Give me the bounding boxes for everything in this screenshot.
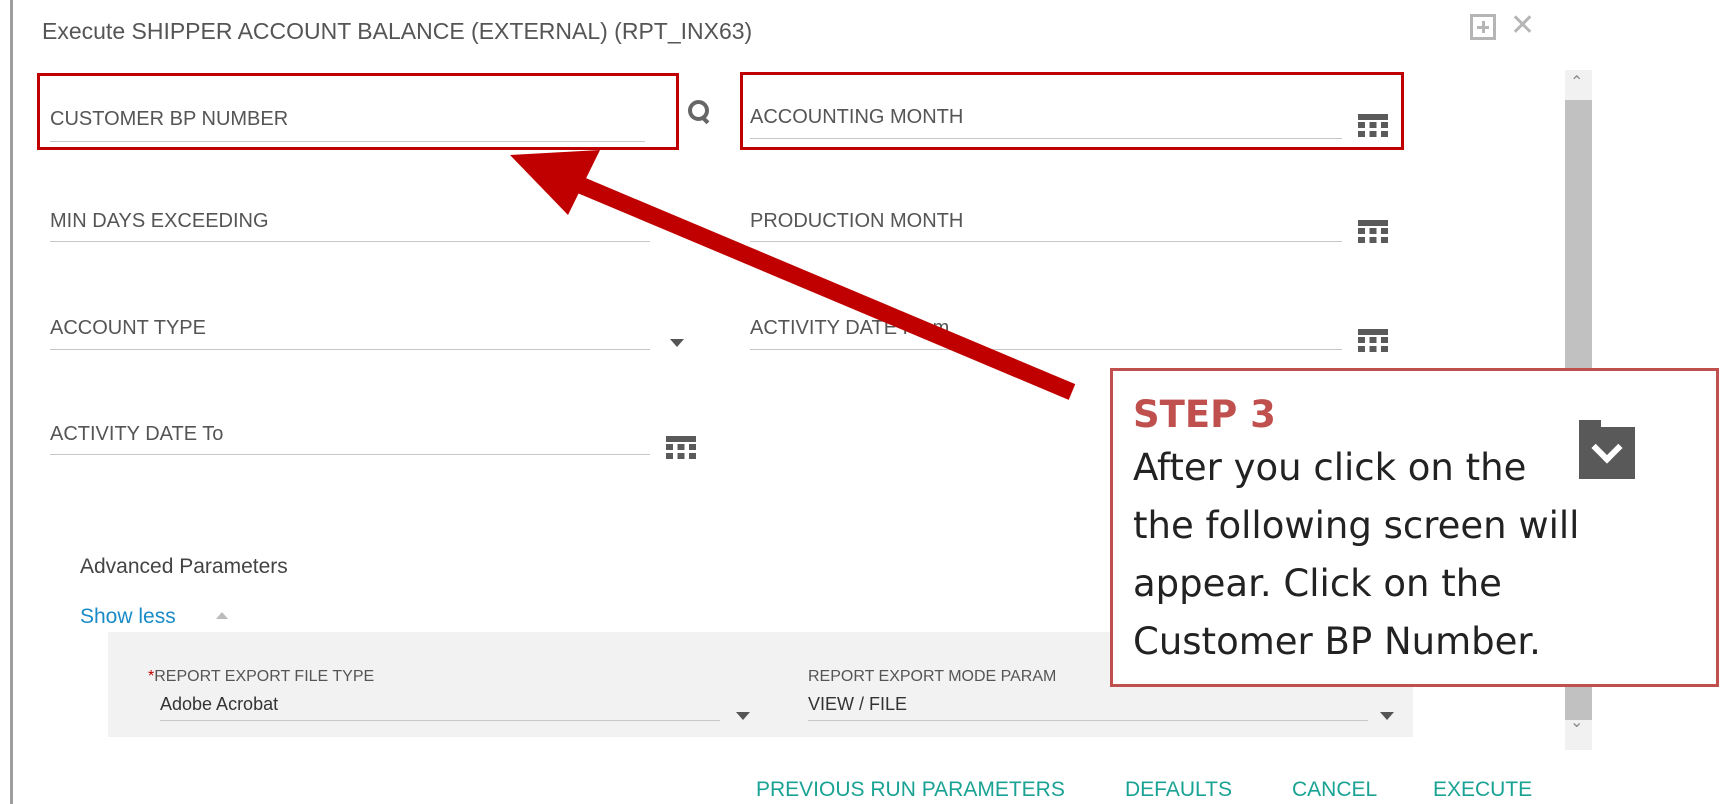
activity-date-to-label: ACTIVITY DATE To: [50, 423, 224, 445]
account-type-field[interactable]: ACCOUNT TYPE: [50, 317, 690, 367]
account-type-label: ACCOUNT TYPE: [50, 317, 206, 339]
min-days-exceeding-label: MIN DAYS EXCEEDING: [50, 210, 269, 232]
min-days-exceeding-underline: [50, 241, 650, 242]
calendar-icon[interactable]: [1358, 329, 1388, 353]
report-export-mode-underline: [808, 720, 1368, 721]
cancel-button[interactable]: CANCEL: [1292, 778, 1377, 802]
scroll-up-arrow[interactable]: ⌃: [1570, 72, 1583, 92]
calendar-icon[interactable]: [1358, 220, 1388, 244]
close-icon[interactable]: ✕: [1510, 11, 1535, 41]
highlight-accounting-month: [740, 72, 1404, 150]
report-export-file-type-label: *REPORT EXPORT FILE TYPE: [148, 668, 375, 685]
defaults-button[interactable]: DEFAULTS: [1125, 778, 1232, 802]
search-icon[interactable]: [688, 100, 710, 125]
activity-date-to-underline: [50, 454, 650, 455]
production-month-label: PRODUCTION MONTH: [750, 210, 964, 232]
execute-button[interactable]: EXECUTE: [1433, 778, 1532, 802]
report-export-mode-label: REPORT EXPORT MODE PARAM: [808, 668, 1057, 685]
production-month-underline: [750, 241, 1342, 242]
previous-run-parameters-button[interactable]: PREVIOUS RUN PARAMETERS: [756, 778, 1065, 802]
callout-line: Customer BP Number.: [1133, 620, 1541, 663]
callout-step-title: STEP 3: [1133, 393, 1276, 436]
highlight-customer-bp-number: [37, 73, 679, 150]
left-border: [10, 0, 13, 804]
calendar-icon[interactable]: [666, 436, 696, 460]
callout-line: the following screen will: [1133, 504, 1580, 547]
dialog-title: Execute SHIPPER ACCOUNT BALANCE (EXTERNA…: [42, 18, 753, 44]
chevron-down-icon[interactable]: [736, 712, 750, 720]
report-export-mode-select[interactable]: VIEW / FILE: [808, 694, 907, 715]
advanced-parameters-heading: Advanced Parameters: [80, 555, 288, 578]
activity-date-from-label: ACTIVITY DATE From: [750, 317, 950, 339]
show-less-link[interactable]: Show less: [80, 605, 176, 629]
folder-chevron-icon: [1579, 420, 1635, 479]
arrow-head: [510, 150, 600, 215]
activity-date-from-underline: [750, 349, 1342, 350]
callout-line: appear. Click on the: [1133, 562, 1502, 605]
chevron-up-icon[interactable]: [216, 612, 228, 619]
maximize-icon[interactable]: [1470, 14, 1496, 40]
chevron-down-icon[interactable]: [670, 339, 684, 347]
activity-date-to-field[interactable]: ACTIVITY DATE To: [50, 423, 696, 473]
min-days-exceeding-field[interactable]: MIN DAYS EXCEEDING: [50, 210, 670, 260]
production-month-field[interactable]: PRODUCTION MONTH: [750, 210, 1390, 260]
scroll-down-arrow[interactable]: ⌄: [1570, 712, 1583, 732]
chevron-down-icon[interactable]: [1380, 712, 1394, 720]
activity-date-from-field[interactable]: ACTIVITY DATE From: [750, 317, 1390, 367]
report-export-file-type-underline: [160, 720, 720, 721]
report-export-file-type-select[interactable]: Adobe Acrobat: [160, 694, 278, 715]
account-type-underline: [50, 349, 650, 350]
step-callout: STEP 3 After you click on the the follow…: [1110, 368, 1719, 687]
